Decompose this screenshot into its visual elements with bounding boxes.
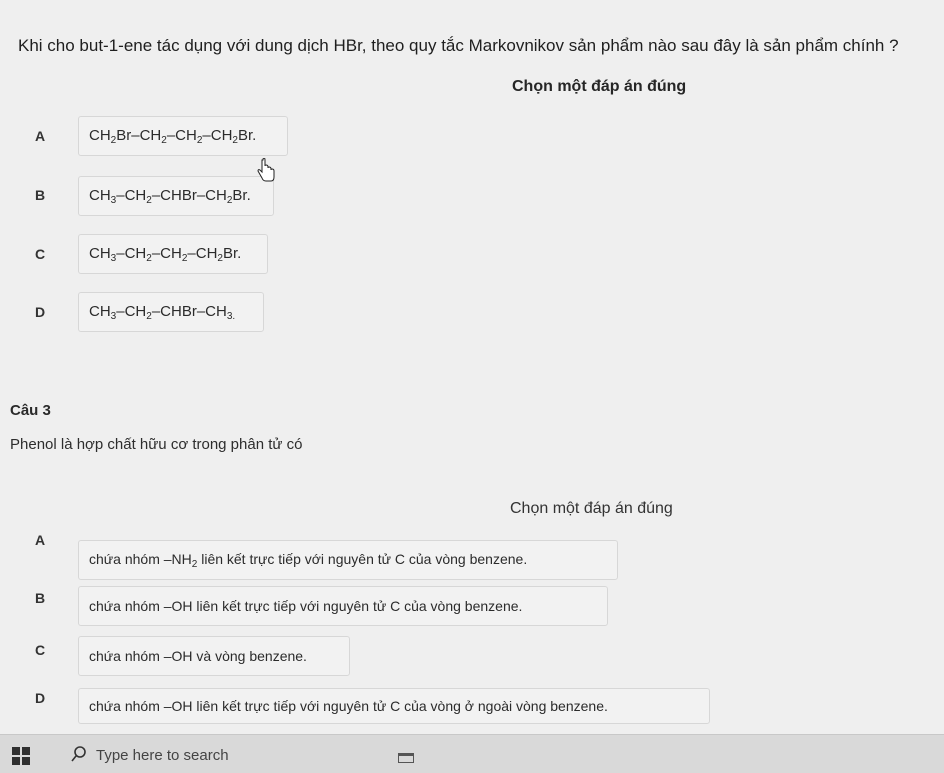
- taskbar: Type here to search: [0, 734, 944, 773]
- option-1a-letter: A: [34, 128, 46, 144]
- option-3c-letter: C: [34, 642, 46, 658]
- formula-1d: CH3–CH2–CHBr–CH3.: [89, 302, 236, 322]
- quiz-page: Khi cho but-1-ene tác dụng với dung dịch…: [0, 0, 944, 740]
- option-1c-letter: C: [34, 246, 46, 262]
- task-view-icon[interactable]: [398, 753, 414, 763]
- question-1-prompt: Khi cho but-1-ene tác dụng với dung dịch…: [18, 36, 899, 55]
- option-3b-letter: B: [34, 590, 46, 606]
- option-1b[interactable]: CH3–CH2–CHBr–CH2Br.: [78, 176, 274, 216]
- option-3b-text: chứa nhóm –OH liên kết trực tiếp với ngu…: [89, 598, 523, 614]
- option-3c[interactable]: chứa nhóm –OH và vòng benzene.: [78, 636, 350, 676]
- formula-1a: CH2Br–CH2–CH2–CH2Br.: [89, 126, 257, 146]
- formula-1b: CH3–CH2–CHBr–CH2Br.: [89, 186, 251, 206]
- taskbar-search-input[interactable]: Type here to search: [96, 747, 229, 764]
- hand-cursor-icon: [257, 158, 275, 182]
- formula-1c: CH3–CH2–CH2–CH2Br.: [89, 244, 242, 264]
- option-1a[interactable]: CH2Br–CH2–CH2–CH2Br.: [78, 116, 288, 156]
- question-3-instruction: Chọn một đáp án đúng: [510, 500, 673, 517]
- option-3d[interactable]: chứa nhóm –OH liên kết trực tiếp với ngu…: [78, 688, 710, 724]
- option-3b[interactable]: chứa nhóm –OH liên kết trực tiếp với ngu…: [78, 586, 608, 626]
- question-1-instruction: Chọn một đáp án đúng: [512, 78, 687, 95]
- option-1d-letter: D: [34, 304, 46, 320]
- option-3a-text: chứa nhóm –NH2 liên kết trực tiếp với ng…: [89, 550, 528, 570]
- option-3d-text: chứa nhóm –OH liên kết trực tiếp với ngu…: [89, 698, 608, 714]
- option-1c[interactable]: CH3–CH2–CH2–CH2Br.: [78, 234, 268, 274]
- option-3a[interactable]: chứa nhóm –NH2 liên kết trực tiếp với ng…: [78, 540, 618, 580]
- option-3a-letter: A: [34, 532, 46, 548]
- option-1d[interactable]: CH3–CH2–CHBr–CH3.: [78, 292, 264, 332]
- question-3-title: Câu 3: [10, 402, 51, 419]
- windows-logo-icon[interactable]: [12, 747, 30, 765]
- option-1b-letter: B: [34, 187, 46, 203]
- question-3-text: Phenol là hợp chất hữu cơ trong phân tử …: [10, 436, 303, 453]
- option-3d-letter: D: [34, 690, 46, 706]
- search-icon[interactable]: [70, 745, 88, 763]
- option-3c-text: chứa nhóm –OH và vòng benzene.: [89, 648, 307, 664]
